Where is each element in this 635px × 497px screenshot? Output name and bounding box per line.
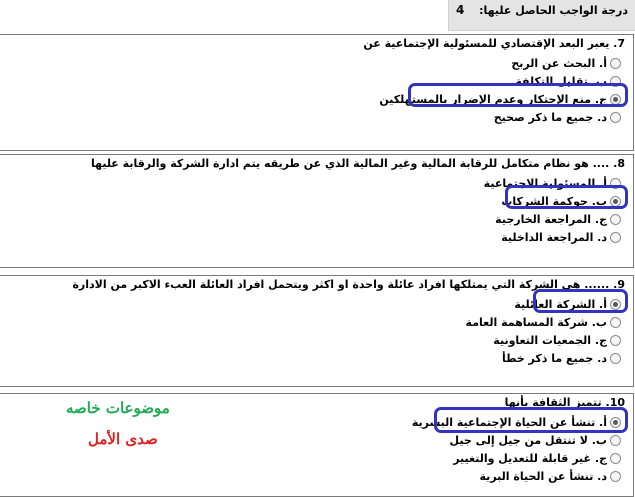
option-c[interactable]: ج. منع الإحتكار وعدم الإضرار بالمستهلكين xyxy=(379,89,621,106)
radio-button-selected[interactable] xyxy=(610,299,621,310)
option-label: ب. لا تنتقل من جيل إلى جيل xyxy=(449,434,607,447)
option-d[interactable]: د. تنشأ عن الحياة البرية xyxy=(479,466,621,483)
radio-button[interactable] xyxy=(610,335,621,346)
grade-label: درجة الواجب الحاصل عليها: xyxy=(479,4,628,17)
radio-button[interactable] xyxy=(610,453,621,464)
option-b[interactable]: ب. حوكمة الشركات xyxy=(501,191,621,208)
option-label: د. جميع ما ذكر صحيح xyxy=(493,111,607,124)
option-label: ج. منع الإحتكار وعدم الإضرار بالمستهلكين xyxy=(379,93,607,106)
option-a[interactable]: أ. المسئولية الاجتماعية xyxy=(483,173,621,190)
option-label: أ. الشركة العائلية xyxy=(514,298,607,311)
option-b[interactable]: ب. تقليل التكلفة xyxy=(515,71,621,88)
option-label: ب. حوكمة الشركات xyxy=(501,195,607,208)
option-label: د. تنشأ عن الحياة البرية xyxy=(479,470,607,483)
question-7: 7. يعبر البعد الإقتصادي للمسئولية الإجتم… xyxy=(0,34,634,151)
radio-button[interactable] xyxy=(610,178,621,189)
option-d[interactable]: د. المراجعة الداخلية xyxy=(501,227,621,244)
radio-button[interactable] xyxy=(610,58,621,69)
option-d[interactable]: د. جميع ما ذكر صحيح xyxy=(493,107,621,124)
option-a[interactable]: أ. البحث عن الربح xyxy=(511,53,621,70)
option-d[interactable]: د. جميع ما ذكر خطأ xyxy=(501,348,621,365)
option-label: أ. المسئولية الاجتماعية xyxy=(483,177,607,190)
radio-button[interactable] xyxy=(610,112,621,123)
watermark-text-red: صدى الأمل xyxy=(88,430,158,448)
option-c[interactable]: ج. المراجعة الخارجية xyxy=(495,209,621,226)
grade-panel: درجة الواجب الحاصل عليها: xyxy=(448,0,635,31)
radio-button[interactable] xyxy=(610,471,621,482)
radio-button[interactable] xyxy=(610,214,621,225)
radio-button-selected[interactable] xyxy=(610,417,621,428)
option-b[interactable]: ب. لا تنتقل من جيل إلى جيل xyxy=(449,430,621,447)
option-b[interactable]: ب. شركة المساهمة العامة xyxy=(465,312,621,329)
question-text: 8. .... هو نظام متكامل للرقابة المالية و… xyxy=(90,157,625,170)
option-a[interactable]: أ. تنشأ عن الحياة الإجتماعية البشرية xyxy=(411,412,621,429)
radio-button-selected[interactable] xyxy=(610,196,621,207)
question-text: 10. تتميز الثقافة بأنها xyxy=(504,396,625,409)
radio-button[interactable] xyxy=(610,353,621,364)
option-c[interactable]: ج. غير قابلة للتعديل والتغيير xyxy=(453,448,621,465)
option-label: أ. البحث عن الربح xyxy=(511,57,607,70)
option-label: ج. المراجعة الخارجية xyxy=(495,213,607,226)
question-text: 7. يعبر البعد الإقتصادي للمسئولية الإجتم… xyxy=(363,37,625,50)
radio-button[interactable] xyxy=(610,232,621,243)
question-9: 9. ...... هي الشركة التي يمتلكها افراد ع… xyxy=(0,275,634,387)
radio-button[interactable] xyxy=(610,76,621,87)
grade-value: 4 xyxy=(456,3,465,17)
option-label: ب. تقليل التكلفة xyxy=(515,75,607,88)
question-text: 9. ...... هي الشركة التي يمتلكها افراد ع… xyxy=(72,278,625,291)
option-label: د. جميع ما ذكر خطأ xyxy=(501,352,607,365)
option-a[interactable]: أ. الشركة العائلية xyxy=(514,294,621,311)
option-label: ب. شركة المساهمة العامة xyxy=(465,316,607,329)
radio-button[interactable] xyxy=(610,317,621,328)
question-8: 8. .... هو نظام متكامل للرقابة المالية و… xyxy=(0,154,634,268)
option-c[interactable]: ج. الجمعيات التعاونية xyxy=(493,330,621,347)
radio-button[interactable] xyxy=(610,435,621,446)
option-label: أ. تنشأ عن الحياة الإجتماعية البشرية xyxy=(411,416,607,429)
watermark-text-green: موضوعات خاصه xyxy=(66,399,170,417)
option-label: ج. الجمعيات التعاونية xyxy=(493,334,607,347)
radio-button-selected[interactable] xyxy=(610,94,621,105)
option-label: ج. غير قابلة للتعديل والتغيير xyxy=(453,452,607,465)
option-label: د. المراجعة الداخلية xyxy=(501,231,607,244)
